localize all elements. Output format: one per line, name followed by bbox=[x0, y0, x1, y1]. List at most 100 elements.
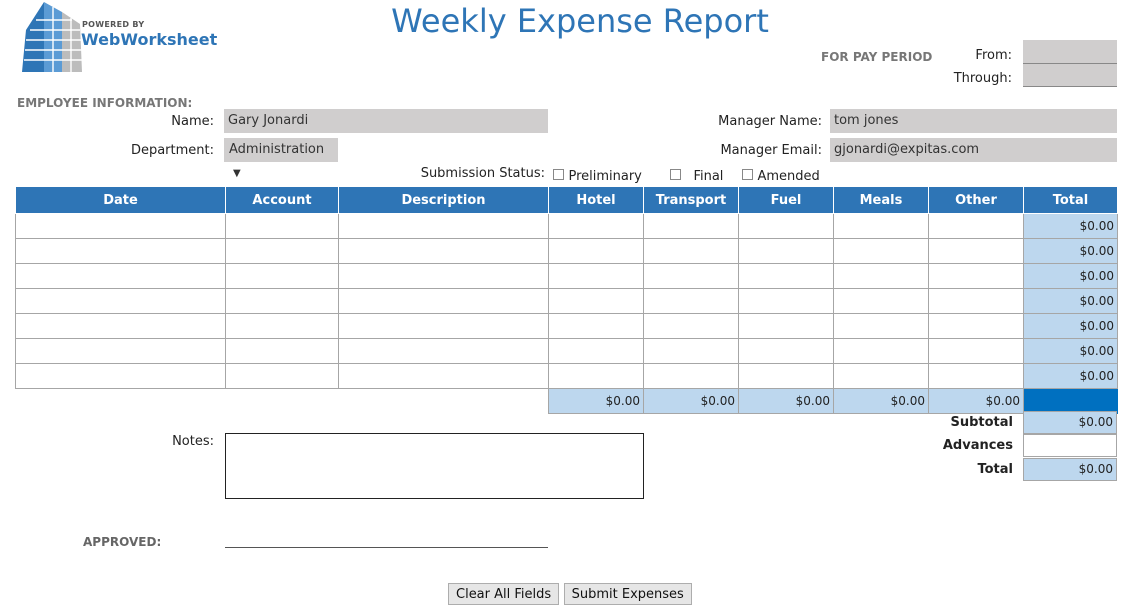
cell-other[interactable] bbox=[928, 213, 1024, 239]
cell-date[interactable] bbox=[15, 263, 226, 289]
cell-other[interactable] bbox=[928, 263, 1024, 289]
row-total: $0.00 bbox=[1023, 238, 1118, 264]
cell-fuel[interactable] bbox=[738, 263, 834, 289]
cell-description[interactable] bbox=[338, 288, 549, 314]
cell-meals[interactable] bbox=[833, 263, 929, 289]
cell-hotel[interactable] bbox=[548, 313, 644, 339]
table-row: $0.00 bbox=[15, 313, 1118, 339]
cell-meals[interactable] bbox=[833, 213, 929, 239]
notes-textarea[interactable] bbox=[225, 433, 644, 499]
final-checkbox[interactable] bbox=[670, 169, 681, 180]
cell-meals[interactable] bbox=[833, 238, 929, 264]
cell-other[interactable] bbox=[928, 288, 1024, 314]
header-fuel: Fuel bbox=[738, 186, 834, 214]
row-total: $0.00 bbox=[1023, 338, 1118, 364]
cell-transport[interactable] bbox=[643, 238, 739, 264]
cell-account[interactable] bbox=[225, 263, 339, 289]
cell-fuel[interactable] bbox=[738, 213, 834, 239]
cell-hotel[interactable] bbox=[548, 213, 644, 239]
header-other: Other bbox=[928, 186, 1024, 214]
row-total: $0.00 bbox=[1023, 263, 1118, 289]
through-date-field[interactable] bbox=[1023, 64, 1117, 87]
amended-checkbox[interactable] bbox=[742, 169, 753, 180]
empty-cell bbox=[16, 389, 226, 414]
amended-option[interactable]: Amended bbox=[742, 167, 820, 185]
approval-signature-line[interactable] bbox=[225, 547, 548, 548]
cell-description[interactable] bbox=[338, 263, 549, 289]
column-total-transport: $0.00 bbox=[643, 388, 739, 414]
cell-date[interactable] bbox=[15, 313, 226, 339]
column-total-fuel: $0.00 bbox=[738, 388, 834, 414]
cell-account[interactable] bbox=[225, 363, 339, 389]
row-total: $0.00 bbox=[1023, 213, 1118, 239]
cell-hotel[interactable] bbox=[548, 288, 644, 314]
cell-meals[interactable] bbox=[833, 338, 929, 364]
employee-section-heading: EMPLOYEE INFORMATION: bbox=[17, 96, 193, 110]
table-row: $0.00 bbox=[15, 263, 1118, 289]
cell-meals[interactable] bbox=[833, 313, 929, 339]
amended-label: Amended bbox=[757, 169, 820, 184]
name-field[interactable]: Gary Jonardi bbox=[224, 109, 548, 133]
cell-transport[interactable] bbox=[643, 313, 739, 339]
cell-account[interactable] bbox=[225, 338, 339, 364]
cell-hotel[interactable] bbox=[548, 338, 644, 364]
cell-date[interactable] bbox=[15, 338, 226, 364]
cell-fuel[interactable] bbox=[738, 313, 834, 339]
submit-expenses-button[interactable]: Submit Expenses bbox=[563, 583, 692, 605]
cell-fuel[interactable] bbox=[738, 363, 834, 389]
cell-other[interactable] bbox=[928, 363, 1024, 389]
cell-description[interactable] bbox=[338, 338, 549, 364]
cell-other[interactable] bbox=[928, 313, 1024, 339]
department-select[interactable]: Administration ▼ bbox=[224, 138, 338, 179]
header-date: Date bbox=[15, 186, 226, 214]
column-total-meals: $0.00 bbox=[833, 388, 929, 414]
cell-account[interactable] bbox=[225, 313, 339, 339]
cell-transport[interactable] bbox=[643, 213, 739, 239]
cell-transport[interactable] bbox=[643, 363, 739, 389]
through-label: Through: bbox=[953, 71, 1012, 86]
preliminary-label: Preliminary bbox=[568, 169, 642, 184]
manager-email-label: Manager Email: bbox=[720, 143, 822, 158]
cell-account[interactable] bbox=[225, 288, 339, 314]
cell-fuel[interactable] bbox=[738, 338, 834, 364]
cell-hotel[interactable] bbox=[548, 263, 644, 289]
final-option[interactable]: Final bbox=[670, 167, 723, 185]
manager-email-field[interactable]: gjonardi@expitas.com bbox=[830, 138, 1117, 162]
from-date-field[interactable] bbox=[1023, 40, 1117, 64]
cell-description[interactable] bbox=[338, 213, 549, 239]
cell-account[interactable] bbox=[225, 238, 339, 264]
row-total: $0.00 bbox=[1023, 313, 1118, 339]
preliminary-option[interactable]: Preliminary bbox=[553, 167, 642, 185]
table-row: $0.00 bbox=[15, 288, 1118, 314]
cell-fuel[interactable] bbox=[738, 288, 834, 314]
cell-meals[interactable] bbox=[833, 288, 929, 314]
cell-meals[interactable] bbox=[833, 363, 929, 389]
advances-label: Advances bbox=[942, 438, 1013, 453]
dropdown-arrow-icon: ▼ bbox=[233, 168, 241, 179]
cell-transport[interactable] bbox=[643, 338, 739, 364]
cell-description[interactable] bbox=[338, 363, 549, 389]
cell-transport[interactable] bbox=[643, 263, 739, 289]
subtotal-value: $0.00 bbox=[1023, 411, 1117, 434]
empty-cell bbox=[226, 389, 339, 414]
cell-date[interactable] bbox=[15, 363, 226, 389]
cell-date[interactable] bbox=[15, 288, 226, 314]
manager-name-label: Manager Name: bbox=[718, 114, 822, 129]
clear-all-fields-button[interactable]: Clear All Fields bbox=[448, 583, 560, 605]
cell-description[interactable] bbox=[338, 313, 549, 339]
cell-account[interactable] bbox=[225, 213, 339, 239]
cell-transport[interactable] bbox=[643, 288, 739, 314]
preliminary-checkbox[interactable] bbox=[553, 169, 564, 180]
cell-other[interactable] bbox=[928, 338, 1024, 364]
advances-input[interactable] bbox=[1023, 434, 1117, 457]
cell-other[interactable] bbox=[928, 238, 1024, 264]
manager-name-field[interactable]: tom jones bbox=[830, 109, 1117, 133]
cell-fuel[interactable] bbox=[738, 238, 834, 264]
cell-hotel[interactable] bbox=[548, 363, 644, 389]
cell-date[interactable] bbox=[15, 213, 226, 239]
final-label: Final bbox=[693, 169, 724, 184]
table-header-row: Date Account Description Hotel Transport… bbox=[15, 186, 1118, 214]
cell-hotel[interactable] bbox=[548, 238, 644, 264]
cell-date[interactable] bbox=[15, 238, 226, 264]
cell-description[interactable] bbox=[338, 238, 549, 264]
